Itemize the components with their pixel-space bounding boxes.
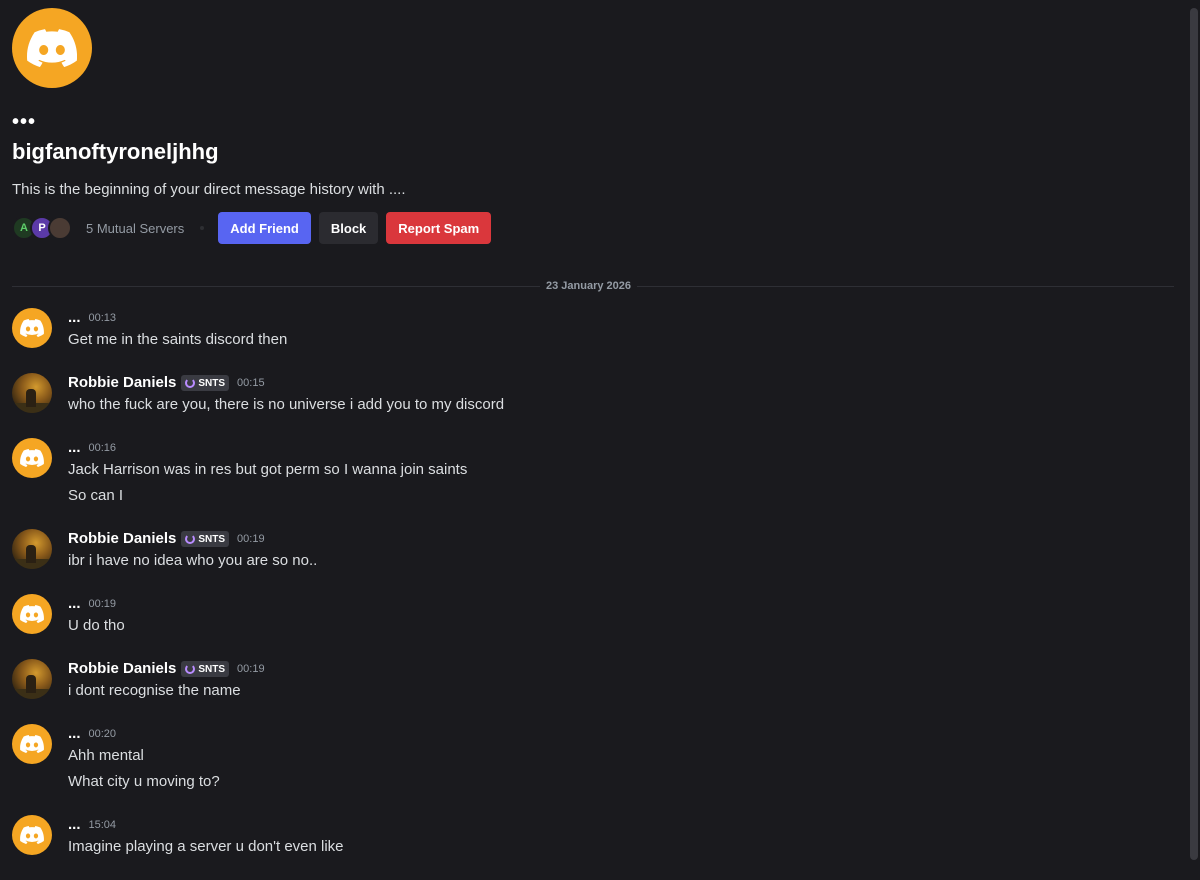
message-header: Robbie Daniels SNTS 00:19 (68, 659, 265, 679)
discord-logo-icon (20, 319, 44, 337)
user-avatar[interactable] (12, 373, 52, 413)
message-scroller[interactable]: ••• bigfanoftyroneljhhg This is the begi… (0, 0, 1188, 880)
message-content: i dont recognise the name (68, 682, 241, 699)
user-avatar[interactable] (12, 815, 52, 855)
server-tag-badge[interactable]: SNTS (181, 531, 230, 547)
profile-display-name: ••• (12, 111, 37, 133)
scrollbar[interactable] (1188, 0, 1200, 880)
message-timestamp[interactable]: 00:13 (89, 312, 117, 324)
message-header: ... 00:19 (68, 594, 116, 614)
message-author[interactable]: Robbie Daniels (68, 529, 176, 549)
message-timestamp[interactable]: 00:16 (89, 442, 117, 454)
message-author[interactable]: ... (68, 594, 81, 614)
discord-logo-icon (20, 449, 44, 467)
message-header: ... 15:04 (68, 815, 116, 835)
discord-logo-icon (20, 735, 44, 753)
message-timestamp[interactable]: 00:20 (89, 728, 117, 740)
message-timestamp[interactable]: 15:04 (89, 819, 117, 831)
moon-icon (185, 664, 196, 674)
avatar-photo-figure (26, 675, 36, 693)
scrollbar-thumb[interactable] (1190, 8, 1198, 860)
discord-logo-icon (20, 605, 44, 623)
server-tag-label: SNTS (198, 533, 226, 545)
message-timestamp[interactable]: 00:19 (89, 598, 117, 610)
report-spam-button[interactable]: Report Spam (386, 212, 492, 244)
mutual-servers-link[interactable]: 5 Mutual Servers (86, 221, 184, 236)
user-avatar[interactable] (12, 308, 52, 348)
server-tag-badge[interactable]: SNTS (181, 661, 230, 677)
message-author[interactable]: Robbie Daniels (68, 659, 176, 679)
avatar-photo-figure (26, 389, 36, 407)
moon-icon (185, 534, 196, 544)
profile-actions: A P 5 Mutual Servers Add Friend Block Re… (12, 212, 1176, 244)
message-timestamp[interactable]: 00:19 (237, 533, 265, 545)
message-content: Jack Harrison was in res but got perm so… (68, 461, 468, 478)
discord-logo-icon (27, 29, 77, 67)
message-content: ibr i have no idea who you are so no.. (68, 552, 318, 569)
message-content: So can I (68, 487, 124, 504)
server-tag-label: SNTS (198, 377, 226, 389)
message-header: ... 00:13 (68, 308, 116, 328)
message-content: Ahh mental (68, 747, 144, 764)
message-content: U do tho (68, 617, 125, 634)
user-avatar[interactable] (12, 724, 52, 764)
user-avatar[interactable] (12, 659, 52, 699)
avatar-photo-figure (26, 545, 36, 563)
discord-logo-icon (20, 826, 44, 844)
user-avatar[interactable] (12, 529, 52, 569)
message-author[interactable]: ... (68, 815, 81, 835)
dm-welcome-header: ••• bigfanoftyroneljhhg This is the begi… (12, 8, 1176, 244)
separator-dot (200, 226, 205, 230)
message-timestamp[interactable]: 00:19 (237, 663, 265, 675)
profile-username: bigfanoftyroneljhhg (12, 139, 219, 164)
user-avatar[interactable] (12, 594, 52, 634)
message-content: Get me in the saints discord then (68, 331, 288, 348)
message-timestamp[interactable]: 00:15 (237, 377, 265, 389)
profile-avatar[interactable] (12, 8, 92, 88)
server-icon (48, 216, 72, 240)
server-tag-label: SNTS (198, 663, 226, 675)
add-friend-button[interactable]: Add Friend (218, 212, 311, 244)
user-avatar[interactable] (12, 438, 52, 478)
message-content: What city u moving to? (68, 773, 220, 790)
message-author[interactable]: ... (68, 308, 81, 328)
message-author[interactable]: ... (68, 438, 81, 458)
moon-icon (185, 378, 196, 388)
message-header: Robbie Daniels SNTS 00:19 (68, 529, 265, 549)
message-header: Robbie Daniels SNTS 00:15 (68, 373, 265, 393)
dm-intro-text: This is the beginning of your direct mes… (12, 181, 406, 198)
mutual-server-icons[interactable]: A P (12, 216, 72, 240)
message-content: who the fuck are you, there is no univer… (68, 396, 505, 413)
message-author[interactable]: ... (68, 724, 81, 744)
server-tag-badge[interactable]: SNTS (181, 375, 230, 391)
date-divider-label: 23 January 2026 (540, 279, 638, 293)
message-author[interactable]: Robbie Daniels (68, 373, 176, 393)
message-header: ... 00:16 (68, 438, 116, 458)
message-content: Imagine playing a server u don't even li… (68, 838, 344, 855)
message-header: ... 00:20 (68, 724, 116, 744)
block-button[interactable]: Block (318, 212, 379, 244)
